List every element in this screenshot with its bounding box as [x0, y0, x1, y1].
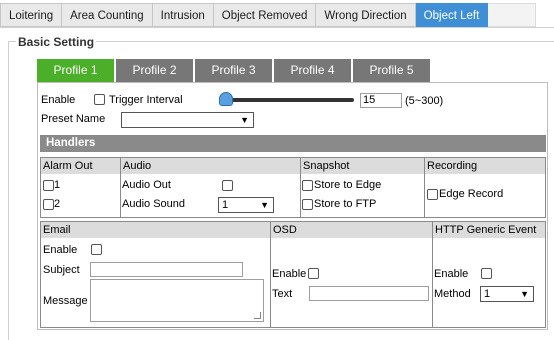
chevron-down-icon: ▼ [240, 115, 249, 125]
tab-wrong-direction[interactable]: Wrong Direction [316, 3, 416, 27]
handlers-table-2: Email Enable Subject Message OSD Enable … [40, 221, 546, 328]
store-to-edge-label: Store to Edge [314, 179, 382, 191]
tab-overflow[interactable] [488, 3, 537, 27]
trigger-interval-label: Trigger Interval [109, 94, 183, 106]
email-cell: Email Enable Subject Message [40, 221, 271, 328]
chevron-down-icon: ▼ [260, 200, 269, 210]
email-header: Email [41, 222, 270, 238]
http-method-select[interactable]: 1 ▼ [480, 286, 534, 302]
email-message-label: Message [43, 295, 88, 307]
alarm-out-cell: Alarm Out 1 2 [40, 157, 121, 218]
tab-profile-5[interactable]: Profile 5 [353, 59, 430, 82]
enable-label: Enable [41, 94, 76, 106]
tab-profile-2[interactable]: Profile 2 [116, 59, 193, 82]
alarm-out-header: Alarm Out [41, 158, 120, 174]
osd-text-input[interactable] [309, 286, 429, 301]
osd-enable-checkbox[interactable] [308, 268, 319, 279]
audio-sound-label: Audio Sound [122, 198, 185, 210]
audio-sound-value: 1 [222, 199, 229, 211]
store-to-ftp-checkbox[interactable] [302, 199, 313, 210]
alarm-out-1-checkbox[interactable] [43, 180, 54, 191]
preset-name-label: Preset Name [41, 113, 106, 125]
osd-enable-label: Enable [272, 268, 307, 280]
alarm-out-2-label: 2 [54, 198, 61, 210]
resize-grip-icon[interactable] [254, 312, 261, 319]
store-to-ftp-label: Store to FTP [314, 198, 377, 210]
email-enable-label: Enable [43, 244, 78, 256]
tab-object-removed[interactable]: Object Removed [213, 3, 317, 27]
tab-profile-3[interactable]: Profile 3 [195, 59, 272, 82]
edge-record-checkbox[interactable] [427, 189, 438, 200]
recording-header: Recording [425, 158, 545, 174]
http-enable-checkbox[interactable] [481, 268, 492, 279]
snapshot-cell: Snapshot Store to Edge Store to FTP [300, 157, 425, 218]
store-to-edge-checkbox[interactable] [302, 180, 313, 191]
tab-intrusion[interactable]: Intrusion [152, 3, 214, 27]
handlers-table: Alarm Out 1 2 Audio Audio Out Audio Soun… [40, 157, 546, 218]
osd-text-label: Text [272, 288, 293, 300]
email-subject-input[interactable] [90, 262, 243, 277]
email-enable-checkbox[interactable] [91, 244, 102, 255]
http-enable-label: Enable [434, 268, 469, 280]
email-subject-label: Subject [43, 264, 80, 276]
trigger-interval-slider-thumb[interactable] [219, 92, 233, 106]
trigger-interval-input[interactable]: 15 [360, 93, 402, 108]
osd-header: OSD [271, 222, 432, 238]
section-title: Basic Setting [16, 35, 97, 49]
audio-out-checkbox[interactable] [222, 180, 233, 191]
alarm-out-2-checkbox[interactable] [43, 199, 54, 210]
profile-tabs: Profile 1 Profile 2 Profile 3 Profile 4 … [37, 59, 432, 82]
preset-name-select[interactable]: ▼ [121, 112, 254, 128]
http-event-cell: HTTP Generic Event Enable Method 1 ▼ [432, 221, 546, 328]
http-method-value: 1 [484, 288, 491, 300]
audio-sound-select[interactable]: 1 ▼ [218, 197, 274, 213]
tab-area-counting[interactable]: Area Counting [62, 3, 153, 27]
tab-profile-1[interactable]: Profile 1 [37, 59, 114, 82]
email-message-textarea[interactable] [90, 279, 264, 322]
audio-out-label: Audio Out [122, 179, 171, 191]
http-method-label: Method [434, 288, 471, 300]
alarm-out-1-label: 1 [54, 179, 61, 191]
chevron-down-icon: ▼ [520, 289, 529, 299]
recording-cell: Recording Edge Record [424, 157, 546, 218]
edge-record-label: Edge Record [439, 188, 504, 200]
tab-loitering[interactable]: Loitering [0, 3, 63, 27]
tab-profile-4[interactable]: Profile 4 [274, 59, 351, 82]
trigger-interval-range: (5~300) [405, 95, 444, 107]
snapshot-header: Snapshot [301, 158, 424, 174]
enable-checkbox[interactable] [94, 94, 105, 105]
audio-header: Audio [121, 158, 300, 174]
audio-cell: Audio Audio Out Audio Sound 1 ▼ [120, 157, 301, 218]
http-event-header: HTTP Generic Event [433, 222, 545, 238]
event-type-tabs: Loitering Area Counting Intrusion Object… [0, 3, 554, 28]
tab-object-left[interactable]: Object Left [415, 3, 489, 27]
osd-cell: OSD Enable Text [270, 221, 433, 328]
handlers-header: Handlers [40, 135, 546, 152]
trigger-interval-slider-track[interactable] [226, 98, 354, 102]
